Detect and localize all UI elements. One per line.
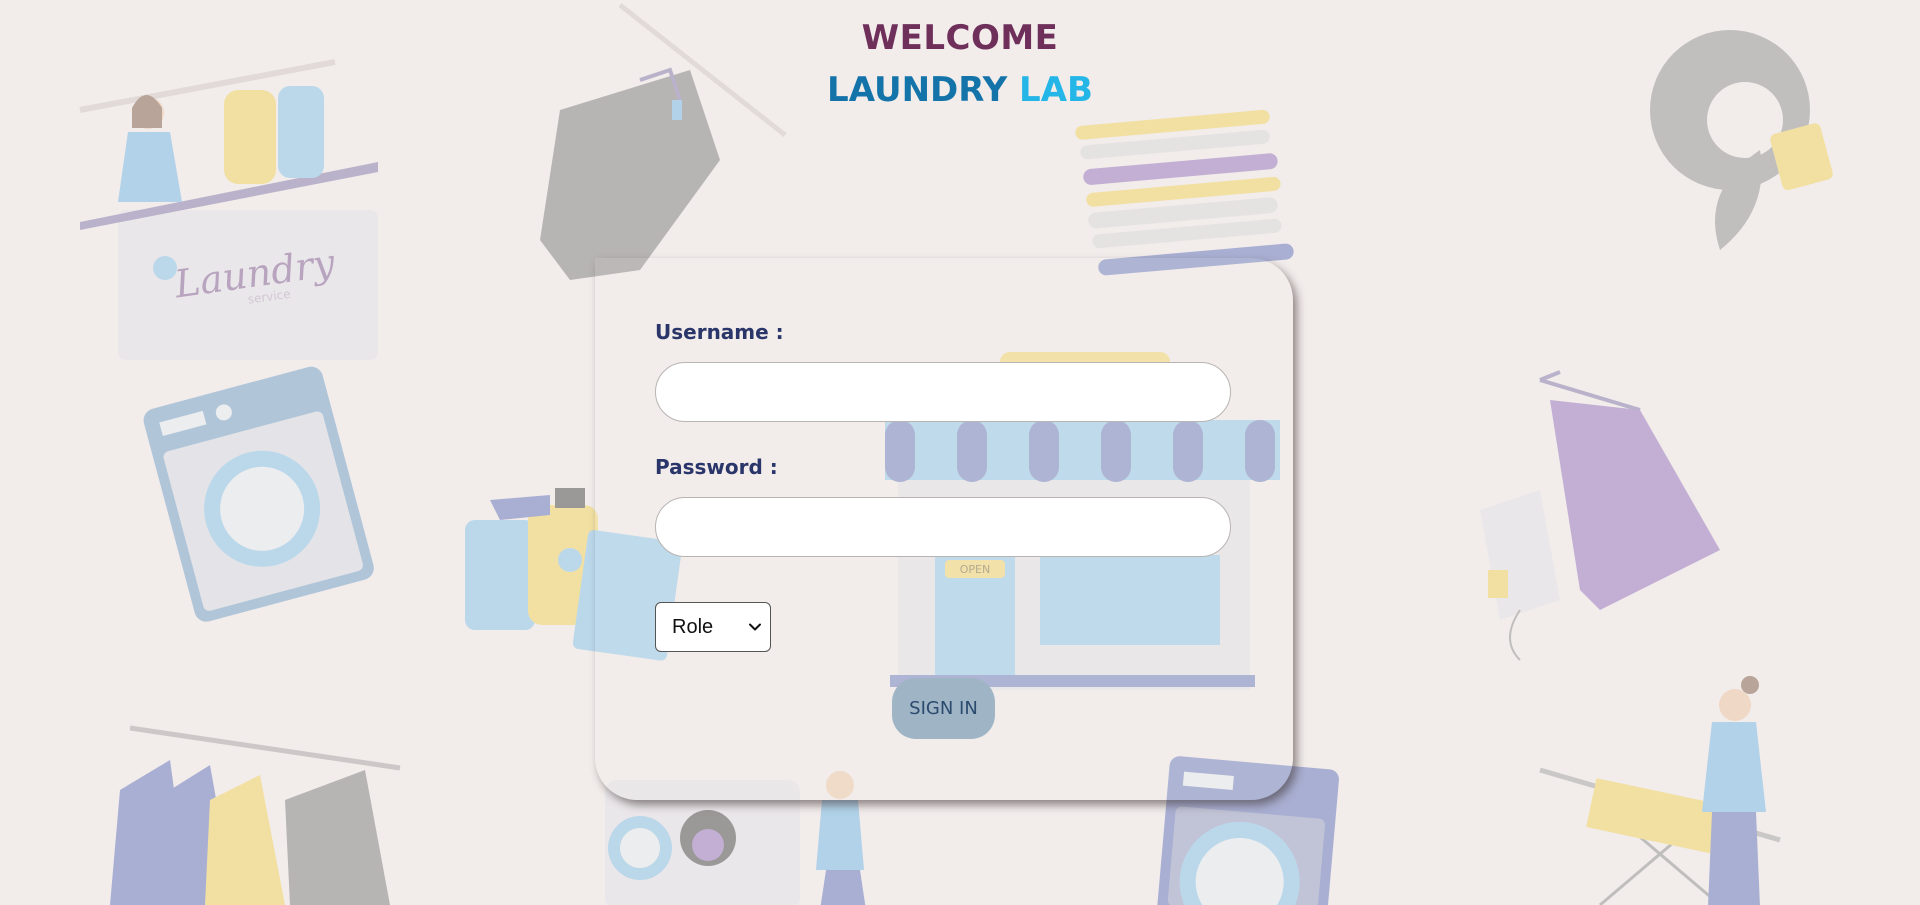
chevron-down-icon [749, 623, 761, 631]
clothes-rack-illustration [110, 725, 401, 905]
brand-title: LAUNDRY LAB [0, 64, 1920, 116]
folded-towels-illustration [1075, 109, 1294, 276]
sign-in-button[interactable]: SIGN IN [892, 678, 995, 739]
dress-and-iron-illustration [1480, 370, 1720, 661]
role-select[interactable]: Role [655, 602, 771, 652]
page-header: WELCOME LAUNDRY LAB [0, 14, 1920, 116]
password-input[interactable] [655, 497, 1231, 557]
username-input[interactable] [655, 362, 1231, 422]
username-label: Username : [655, 320, 784, 344]
woman-ironing-illustration [1539, 676, 1781, 905]
brand-name-primary: LAUNDRY [827, 70, 1008, 110]
welcome-title: WELCOME [861, 18, 1059, 58]
password-label: Password : [655, 455, 778, 479]
washing-machine-illustration [143, 366, 374, 622]
role-select-value: Role [672, 615, 714, 638]
brand-name-accent: LAB [1019, 70, 1093, 110]
